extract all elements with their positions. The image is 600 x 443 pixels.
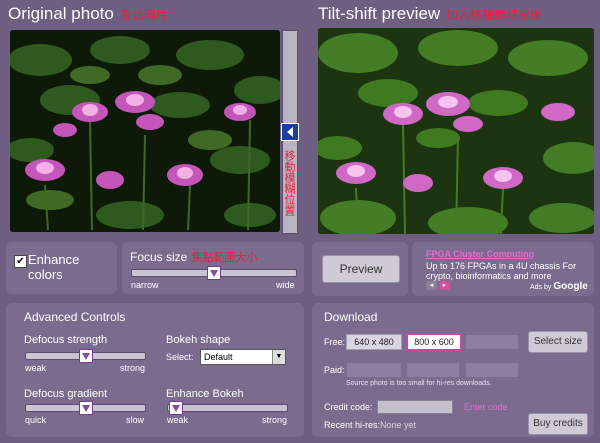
recent-hires-value: None yet: [380, 420, 417, 430]
original-title-cn: 原始圖片: [119, 8, 168, 22]
bokeh-shape-label: Bokeh shape: [166, 334, 231, 346]
buy-credits-button[interactable]: Buy credits: [528, 413, 588, 435]
size-800-button[interactable]: 800 x 600: [406, 333, 462, 351]
select-size-button[interactable]: Select size: [528, 331, 588, 353]
ad-prev-icon[interactable]: ◂: [426, 281, 437, 290]
ad-next-icon[interactable]: ▸: [439, 281, 450, 290]
slider-thumb-icon: [172, 405, 180, 412]
defocus-gradient-thumb[interactable]: [79, 401, 93, 415]
preview-button-panel: Preview: [312, 242, 408, 296]
download-panel: Download Free: 640 x 480 800 x 600 Selec…: [312, 303, 594, 437]
bokeh-select-label: Select:: [166, 352, 194, 362]
paid-size-2: [406, 362, 460, 378]
ad-body: Up to 176 FPGAs in a 4U chassis For cryp…: [426, 261, 577, 281]
ad-panel: FPGA Cluster Computing Up to 176 FPGAs i…: [412, 242, 594, 296]
preview-photo: [318, 28, 594, 234]
blur-position-thumb[interactable]: [281, 123, 299, 141]
bokeh-shape-select[interactable]: Default ▼: [200, 349, 286, 365]
preview-title-cn: 加入移軸鏡特效後: [446, 8, 543, 22]
advanced-controls-panel: Advanced Controls Defocus strength weak …: [6, 303, 304, 437]
defocus-strength-max: strong: [120, 363, 146, 373]
free-label: Free:: [324, 337, 346, 347]
size-disabled-button: [465, 334, 519, 350]
enhance-bokeh-min: weak: [167, 415, 189, 425]
enhance-bokeh-track[interactable]: [167, 404, 288, 412]
focus-size-panel: Focus size 焦點範圍大小 narrow wide: [122, 242, 304, 294]
chevron-down-icon: ▼: [272, 350, 285, 364]
slider-thumb-icon: [210, 270, 218, 277]
slider-thumb-icon: [82, 405, 90, 412]
arrow-left-icon: [287, 127, 293, 137]
paid-label: Paid:: [324, 365, 345, 375]
ads-by-google[interactable]: Ads by Google: [530, 281, 588, 292]
focus-size-max-label: wide: [276, 280, 295, 290]
preview-button[interactable]: Preview: [322, 255, 400, 283]
download-note: Source photo is too small for hi-res dow…: [346, 380, 492, 387]
focus-size-min-label: narrow: [131, 280, 159, 290]
enter-code-link[interactable]: Enter code: [464, 402, 508, 412]
enhance-colors-checkbox[interactable]: ✔: [14, 255, 27, 268]
defocus-gradient-min: quick: [25, 415, 47, 425]
original-photo: [10, 30, 280, 232]
preview-title: Tilt-shift preview 加入移軸鏡特效後: [318, 4, 543, 23]
defocus-strength-thumb[interactable]: [79, 349, 93, 363]
focus-size-label-cn: 焦點範圍大小: [191, 252, 258, 264]
size-640-button[interactable]: 640 x 480: [346, 334, 402, 350]
recent-hires-label: Recent hi-res:: [324, 420, 381, 430]
paid-size-1: [346, 362, 402, 378]
defocus-strength-label: Defocus strength: [24, 334, 108, 346]
credit-code-label: Credit code:: [324, 402, 373, 412]
enhance-bokeh-max: strong: [262, 415, 288, 425]
enhance-bokeh-label: Enhance Bokeh: [166, 388, 244, 400]
enhance-bokeh-thumb[interactable]: [169, 401, 183, 415]
ad-title-link[interactable]: FPGA Cluster Computing: [426, 249, 534, 259]
blur-position-caption-cn: 移動模糊位置: [283, 150, 295, 216]
paid-size-3: [465, 362, 519, 378]
advanced-controls-title: Advanced Controls: [24, 310, 126, 324]
slider-thumb-icon: [82, 353, 90, 360]
focus-size-label: Focus size 焦點範圍大小: [130, 250, 258, 264]
defocus-strength-min: weak: [25, 363, 47, 373]
focus-size-thumb[interactable]: [207, 266, 221, 280]
defocus-gradient-max: slow: [126, 415, 145, 425]
original-title: Original photo 原始圖片: [8, 4, 168, 23]
enhance-colors-label: Enhance colors: [28, 252, 80, 282]
defocus-gradient-label: Defocus gradient: [24, 388, 108, 400]
enhance-colors-panel: ✔ Enhance colors: [6, 242, 117, 294]
download-title: Download: [324, 310, 378, 324]
credit-code-input[interactable]: [377, 400, 453, 414]
